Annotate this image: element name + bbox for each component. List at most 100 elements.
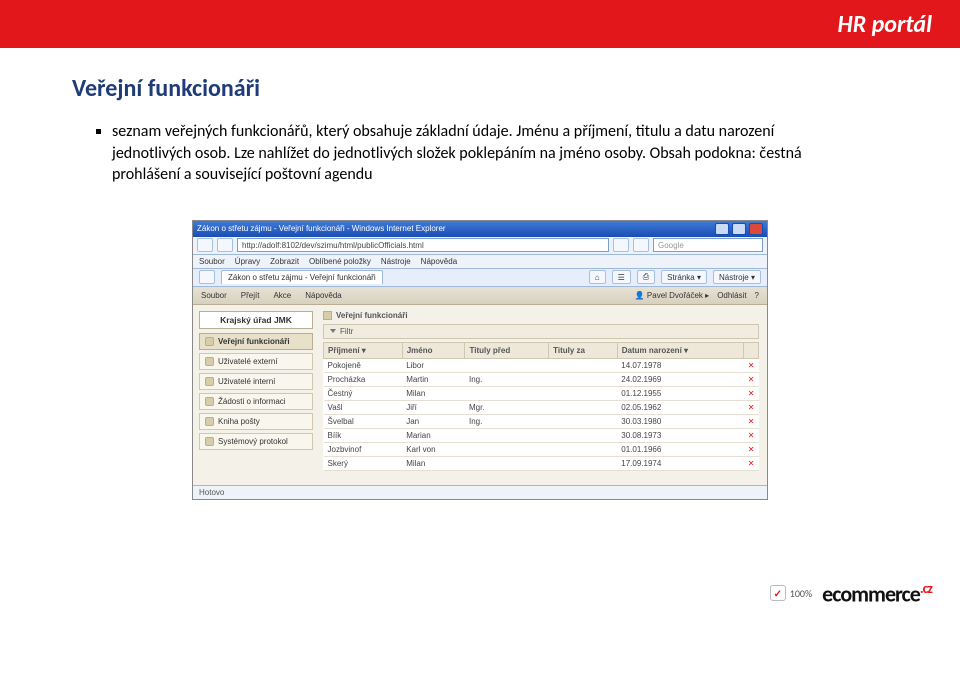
page-title: Veřejní funkcionáři: [72, 74, 888, 103]
page-menu[interactable]: Stránka ▾: [661, 270, 707, 284]
delete-icon[interactable]: ✕: [744, 414, 759, 428]
nav-fwd-button[interactable]: [217, 238, 233, 252]
breadcrumb-text: Veřejní funkcionáři: [336, 311, 408, 320]
sidebar-item[interactable]: Uživatelé interní: [199, 373, 313, 390]
table-row[interactable]: BííkMarian30.08.1973✕: [324, 428, 759, 442]
print-icon[interactable]: ⎙: [637, 270, 655, 284]
app-menu-item[interactable]: Soubor: [201, 291, 227, 300]
bullet-list: seznam veřejných funkcionářů, který obsa…: [112, 121, 888, 186]
app-body: Krajský úřad JMK Veřejní funkcionáři Uži…: [193, 305, 767, 485]
logout-link[interactable]: Odhlásit: [717, 291, 746, 300]
ie-menu-item[interactable]: Zobrazit: [270, 257, 299, 266]
delete-icon[interactable]: ✕: [744, 456, 759, 470]
cell-first: Milan: [402, 456, 465, 470]
badge-icon: ✓: [770, 585, 786, 601]
table-row[interactable]: ŠvelbalJanIng.30.03.1980✕: [324, 414, 759, 428]
book-icon: [205, 417, 214, 426]
ie-menu-item[interactable]: Nástroje: [381, 257, 411, 266]
brand-title: HR portál: [838, 10, 932, 39]
feed-icon[interactable]: ☰: [612, 270, 631, 284]
address-bar[interactable]: http://adolf:8102/dev/szimu/html/publicO…: [237, 238, 609, 252]
cell-surname: Vašl: [324, 400, 403, 414]
sidebar-item[interactable]: Veřejní funkcionáři: [199, 333, 313, 350]
data-table: Příjmení ▾ Jméno Tituly před Tituly za D…: [323, 342, 759, 471]
cell-title-before: [465, 386, 549, 400]
browser-tab[interactable]: Zákon o střetu zájmu - Veřejní funkcioná…: [221, 270, 383, 284]
cell-surname: Pokojeně: [324, 358, 403, 372]
cell-title-after: [549, 442, 618, 456]
sidebar-item[interactable]: Uživatelé externí: [199, 353, 313, 370]
cell-title-after: [549, 372, 618, 386]
filter-bar[interactable]: Filtr: [323, 324, 759, 339]
col-header[interactable]: Tituly za: [549, 342, 618, 358]
ie-menu-bar: Soubor Úpravy Zobrazit Oblíbené položky …: [193, 255, 767, 269]
page-footer: ✓ 100% ecommerce.cz: [0, 580, 932, 607]
cell-first: Marian: [402, 428, 465, 442]
cell-dob: 17.09.1974: [617, 456, 744, 470]
table-row[interactable]: PokojeněLibor 14.07.1978✕: [324, 358, 759, 372]
cell-title-after: [549, 400, 618, 414]
help-icon[interactable]: ?: [755, 291, 759, 300]
refresh-button[interactable]: [613, 238, 629, 252]
browser-titlebar: Zákon o střetu zájmu - Veřejní funkcioná…: [193, 221, 767, 237]
cell-surname: Procházka: [324, 372, 403, 386]
delete-icon[interactable]: ✕: [744, 400, 759, 414]
cell-dob: 30.03.1980: [617, 414, 744, 428]
user-label: 👤 Pavel Dvořáček ▸: [635, 291, 709, 300]
close-button[interactable]: [749, 223, 763, 235]
col-header[interactable]: Datum narození ▾: [617, 342, 744, 358]
sidebar-item[interactable]: Žádosti o informaci: [199, 393, 313, 410]
sidebar-item[interactable]: Systémový protokol: [199, 433, 313, 450]
main-pane: Veřejní funkcionáři Filtr Příjmení ▾ Jmé…: [319, 305, 767, 485]
home-icon[interactable]: ⌂: [589, 270, 606, 284]
table-row[interactable]: JozbvinofKarl von 01.01.1966✕: [324, 442, 759, 456]
col-header[interactable]: Tituly před: [465, 342, 549, 358]
search-box[interactable]: Google: [653, 238, 763, 252]
col-header[interactable]: Jméno: [402, 342, 465, 358]
cell-surname: Skerý: [324, 456, 403, 470]
delete-icon[interactable]: ✕: [744, 428, 759, 442]
stop-button[interactable]: [633, 238, 649, 252]
favorites-icon[interactable]: [199, 270, 215, 284]
cell-surname: Bíík: [324, 428, 403, 442]
cell-dob: 14.07.1978: [617, 358, 744, 372]
cell-surname: Jozbvinof: [324, 442, 403, 456]
minimize-button[interactable]: [715, 223, 729, 235]
nav-back-button[interactable]: [197, 238, 213, 252]
cell-first: Jan: [402, 414, 465, 428]
cell-title-before: [465, 358, 549, 372]
table-row[interactable]: SkerýMilan 17.09.1974✕: [324, 456, 759, 470]
cell-first: Martin: [402, 372, 465, 386]
cell-first: Libor: [402, 358, 465, 372]
table-row[interactable]: VašlJiříMgr.02.05.1962✕: [324, 400, 759, 414]
cell-dob: 01.12.1955: [617, 386, 744, 400]
folder-icon: [205, 337, 214, 346]
screenshot: Zákon o střetu zájmu - Veřejní funkcioná…: [192, 220, 768, 500]
app-menu-item[interactable]: Nápověda: [305, 291, 341, 300]
sidebar-item[interactable]: Kniha pošty: [199, 413, 313, 430]
cell-dob: 01.01.1966: [617, 442, 744, 456]
table-row[interactable]: ProcházkaMartinIng.24.02.1969✕: [324, 372, 759, 386]
app-menu-item[interactable]: Přejít: [241, 291, 260, 300]
delete-icon[interactable]: ✕: [744, 372, 759, 386]
ie-menu-item[interactable]: Nápověda: [421, 257, 457, 266]
maximize-button[interactable]: [732, 223, 746, 235]
ie-menu-item[interactable]: Úpravy: [235, 257, 260, 266]
cell-title-after: [549, 386, 618, 400]
delete-icon[interactable]: ✕: [744, 386, 759, 400]
cell-title-before: [465, 428, 549, 442]
quality-badge: ✓ 100%: [770, 585, 812, 601]
table-row[interactable]: ČestnýMilan01.12.1955✕: [324, 386, 759, 400]
delete-icon[interactable]: ✕: [744, 442, 759, 456]
cell-title-after: [549, 358, 618, 372]
cell-dob: 02.05.1962: [617, 400, 744, 414]
document-body: Veřejní funkcionáři seznam veřejných fun…: [0, 48, 960, 500]
ie-menu-item[interactable]: Soubor: [199, 257, 225, 266]
ie-menu-item[interactable]: Oblíbené položky: [309, 257, 371, 266]
app-menu-item[interactable]: Akce: [273, 291, 291, 300]
col-header[interactable]: Příjmení ▾: [324, 342, 403, 358]
tools-menu[interactable]: Nástroje ▾: [713, 270, 761, 284]
delete-icon[interactable]: ✕: [744, 358, 759, 372]
bullet-item: seznam veřejných funkcionářů, který obsa…: [112, 121, 812, 186]
cell-first: Karl von: [402, 442, 465, 456]
